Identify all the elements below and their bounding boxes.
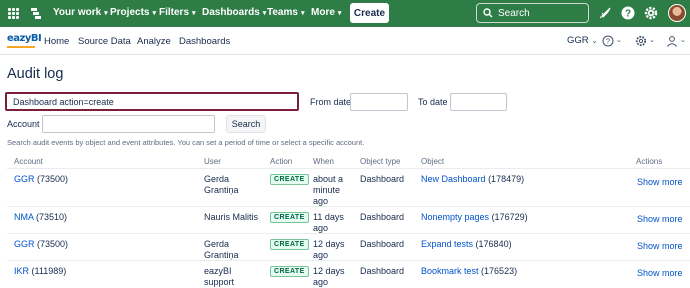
- jira-logo-icon[interactable]: [28, 5, 44, 21]
- show-more-link[interactable]: Show more: [637, 177, 683, 187]
- nav-filters[interactable]: Filters ▾: [159, 7, 196, 18]
- chevron-down-icon: ⌄: [649, 37, 655, 44]
- search-hint-text: Search audit events by object and event …: [7, 138, 365, 147]
- settings-icon[interactable]: [635, 35, 647, 47]
- chevron-down-icon: ⌄: [616, 37, 622, 44]
- settings-icon[interactable]: [644, 6, 658, 20]
- svg-text:?: ?: [625, 9, 631, 20]
- eazybi-logo[interactable]: eazyBI: [7, 33, 42, 49]
- search-icon: [483, 8, 493, 18]
- chevron-down-icon: ⌄: [591, 37, 598, 45]
- object-type-cell: Dashboard: [360, 212, 405, 222]
- nav-home[interactable]: Home: [44, 36, 69, 47]
- when-cell: 11 days ago: [313, 212, 344, 233]
- user-cell: Nauris Malitis: [204, 212, 259, 222]
- object-cell: Expand tests (176840): [421, 239, 512, 249]
- to-date-label: To date: [418, 97, 448, 107]
- account-link[interactable]: NMA: [14, 212, 34, 222]
- help-icon[interactable]: ?: [602, 35, 614, 47]
- account-cell: GGR (73500): [14, 239, 69, 249]
- chevron-down-icon: ▾: [337, 10, 342, 17]
- create-button[interactable]: Create: [350, 3, 389, 23]
- search-button[interactable]: Search: [226, 115, 266, 133]
- user-cell: eazyBI support: [204, 266, 235, 287]
- help-icon[interactable]: ?: [621, 6, 635, 20]
- account-selector[interactable]: GGR ⌄: [567, 35, 598, 46]
- column-header-object: Object: [421, 157, 445, 166]
- user-icon[interactable]: [666, 35, 678, 47]
- svg-text:?: ?: [606, 37, 610, 46]
- top-navigation-bar: Your work ▾ Projects ▾ Filters ▾ Dashboards…: [0, 0, 690, 27]
- object-link[interactable]: Bookmark test: [421, 266, 479, 276]
- when-cell: 12 days ago: [313, 239, 345, 260]
- object-link[interactable]: Expand tests: [421, 239, 473, 249]
- object-link[interactable]: Nonempty pages: [421, 212, 489, 222]
- nav-teams[interactable]: Teams ▾: [267, 7, 304, 18]
- account-cell: GGR (73500): [14, 174, 69, 184]
- when-cell: 12 days ago: [313, 266, 345, 287]
- page-title: Audit log: [7, 66, 64, 82]
- nav-dashboards[interactable]: Dashboards ▾: [202, 7, 266, 18]
- nav-dashboards-ez[interactable]: Dashboards: [179, 36, 230, 47]
- account-input[interactable]: [42, 115, 215, 133]
- nav-more[interactable]: More ▾: [311, 7, 341, 18]
- action-badge: CREATE: [270, 266, 309, 277]
- nav-analyze[interactable]: Analyze: [137, 36, 171, 47]
- column-header-actions: Actions: [636, 157, 663, 166]
- nav-your-work[interactable]: Your work ▾: [53, 7, 108, 18]
- action-badge: CREATE: [270, 212, 309, 223]
- apps-grid-icon[interactable]: [8, 8, 19, 19]
- chevron-down-icon: ▾: [192, 10, 196, 17]
- audit-query-input[interactable]: Dashboard action=create: [5, 92, 299, 111]
- account-cell: IKR (111989): [14, 266, 67, 276]
- from-date-label: From date: [310, 97, 352, 107]
- object-type-cell: Dashboard: [360, 239, 405, 249]
- show-more-link[interactable]: Show more: [637, 241, 683, 251]
- account-cell: NMA (73510): [14, 212, 68, 222]
- object-cell: Bookmark test (176523): [421, 266, 518, 276]
- object-type-cell: Dashboard: [360, 174, 405, 184]
- object-type-cell: Dashboard: [360, 266, 405, 276]
- to-date-input[interactable]: [450, 93, 507, 111]
- account-link[interactable]: IKR: [14, 266, 29, 276]
- when-cell: about a minute ago: [313, 174, 344, 206]
- notification-icon[interactable]: [598, 6, 612, 20]
- column-header-user: User: [204, 157, 221, 166]
- global-search-input[interactable]: Search: [476, 3, 589, 23]
- chevron-down-icon: ▾: [300, 10, 305, 17]
- action-badge: CREATE: [270, 239, 309, 250]
- chevron-down-icon: ▾: [104, 10, 108, 17]
- eazybi-navigation-bar: eazyBI Home Source Data Analyze Dashboar…: [0, 27, 690, 55]
- column-header-account: Account: [14, 157, 43, 166]
- user-cell: Gerda Grantiņa: [204, 239, 239, 260]
- column-header-object-type: Object type: [360, 157, 401, 166]
- show-more-link[interactable]: Show more: [637, 214, 683, 224]
- from-date-input[interactable]: [350, 93, 408, 111]
- object-link[interactable]: New Dashboard: [421, 174, 486, 184]
- account-link[interactable]: GGR: [14, 174, 35, 184]
- user-avatar[interactable]: [668, 4, 686, 22]
- object-cell: Nonempty pages (176729): [421, 212, 528, 222]
- object-cell: New Dashboard (178479): [421, 174, 525, 184]
- nav-source-data[interactable]: Source Data: [78, 36, 131, 47]
- chevron-down-icon: ⌄: [680, 37, 686, 44]
- user-cell: Gerda Grantiņa: [204, 174, 239, 195]
- show-more-link[interactable]: Show more: [637, 268, 683, 278]
- column-header-when: When: [313, 157, 334, 166]
- account-label: Account: [7, 119, 40, 129]
- nav-projects[interactable]: Projects ▾: [110, 7, 156, 18]
- account-link[interactable]: GGR: [14, 239, 35, 249]
- chevron-down-icon: ▾: [152, 10, 156, 17]
- column-header-action: Action: [270, 157, 293, 166]
- action-badge: CREATE: [270, 174, 309, 185]
- chevron-down-icon: ▾: [262, 10, 267, 17]
